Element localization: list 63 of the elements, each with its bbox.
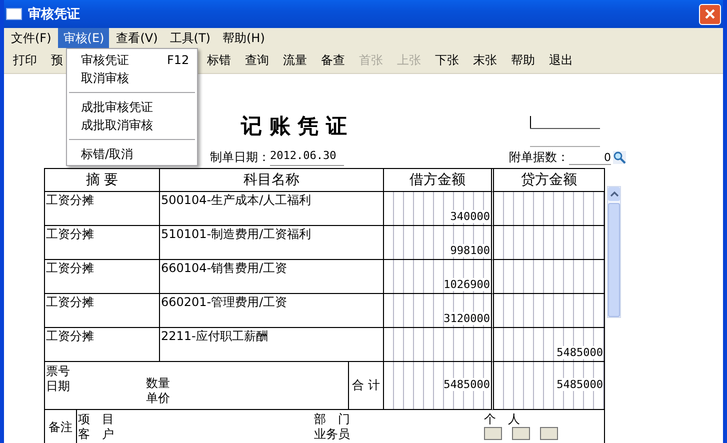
- scroll-thumb[interactable]: [608, 203, 620, 317]
- menu-item[interactable]: 工具(T): [164, 28, 216, 48]
- date-value: 2012.06.30: [270, 149, 344, 166]
- window-icon: [6, 8, 22, 20]
- menu-item[interactable]: 查看(V): [111, 28, 163, 48]
- menu-option[interactable]: 审核凭证 F12: [67, 51, 197, 69]
- amount-value: 3120000: [444, 312, 490, 325]
- salesperson-label: 业务员: [314, 427, 351, 442]
- amount-value: 5485000: [556, 346, 603, 359]
- toolbar-button[interactable]: 退出: [544, 50, 578, 72]
- date-label: 制单日期：: [210, 149, 270, 166]
- menu-item[interactable]: 文件(F): [6, 28, 56, 48]
- menu-option[interactable]: 标错/取消: [67, 145, 197, 163]
- toolbar-button[interactable]: 帮助: [506, 50, 540, 72]
- window-title: 审核凭证: [28, 6, 81, 23]
- customer-label: 客 户: [78, 427, 115, 442]
- attachments-label: 附单据数：: [509, 149, 569, 166]
- menu-item[interactable]: 审核(E): [58, 28, 110, 48]
- search-icon[interactable]: [613, 151, 626, 164]
- toolbar-button[interactable]: 流量: [278, 50, 312, 72]
- document-icon[interactable]: [540, 427, 558, 440]
- quantity-label: 数量: [146, 376, 170, 390]
- amount-value: 998100: [450, 244, 490, 257]
- close-button[interactable]: [699, 4, 721, 24]
- toolbar-button[interactable]: 备查: [316, 50, 350, 72]
- text-cursor: [530, 116, 531, 128]
- ticket-label: 票号: [46, 364, 71, 379]
- caret-up-icon: [610, 191, 618, 197]
- scrollbar[interactable]: [607, 186, 621, 318]
- toolbar-button[interactable]: 打印: [8, 50, 42, 72]
- notes-label: 备注: [45, 410, 77, 443]
- table-cell: 工资分摊: [45, 192, 160, 226]
- toolbar-button[interactable]: 查询: [240, 50, 274, 72]
- total-amount: 5485000: [444, 378, 490, 391]
- total-amount: 5485000: [556, 378, 603, 391]
- department-label: 部 门: [314, 412, 351, 427]
- amount-value: 340000: [450, 210, 490, 223]
- toolbar-button[interactable]: 预: [46, 50, 68, 72]
- price-label: 单价: [146, 390, 170, 406]
- table-cell: 工资分摊: [45, 226, 160, 260]
- column-header: 摘 要: [45, 169, 160, 192]
- amount-value: 1026900: [444, 278, 490, 291]
- document-icon[interactable]: [512, 427, 530, 440]
- table-cell: 工资分摊: [45, 260, 160, 294]
- shortcut-label: F12: [167, 53, 190, 67]
- person-label: 个 人: [484, 412, 521, 427]
- attachments-field[interactable]: 0: [569, 150, 611, 164]
- date-label: 日期: [46, 379, 71, 394]
- table-cell: 工资分摊: [45, 328, 160, 362]
- column-header: 科目名称: [160, 169, 384, 192]
- menu-option[interactable]: 取消审核: [67, 69, 197, 87]
- close-icon: [704, 8, 716, 20]
- voucher-title: 记 账 凭 证: [241, 112, 347, 140]
- menu-item[interactable]: 帮助(H): [218, 28, 270, 48]
- table-cell: 工资分摊: [45, 294, 160, 328]
- scroll-up-button[interactable]: [608, 187, 620, 201]
- toolbar-button[interactable]: 标错: [202, 50, 236, 72]
- document-icon[interactable]: [484, 427, 502, 440]
- toolbar-button[interactable]: 末张: [468, 50, 502, 72]
- toolbar-button[interactable]: 下张: [430, 50, 464, 72]
- project-label: 项 目: [78, 412, 115, 427]
- menu-option[interactable]: 成批取消审核: [67, 116, 197, 134]
- menu-option[interactable]: 成批审核凭证: [67, 98, 197, 116]
